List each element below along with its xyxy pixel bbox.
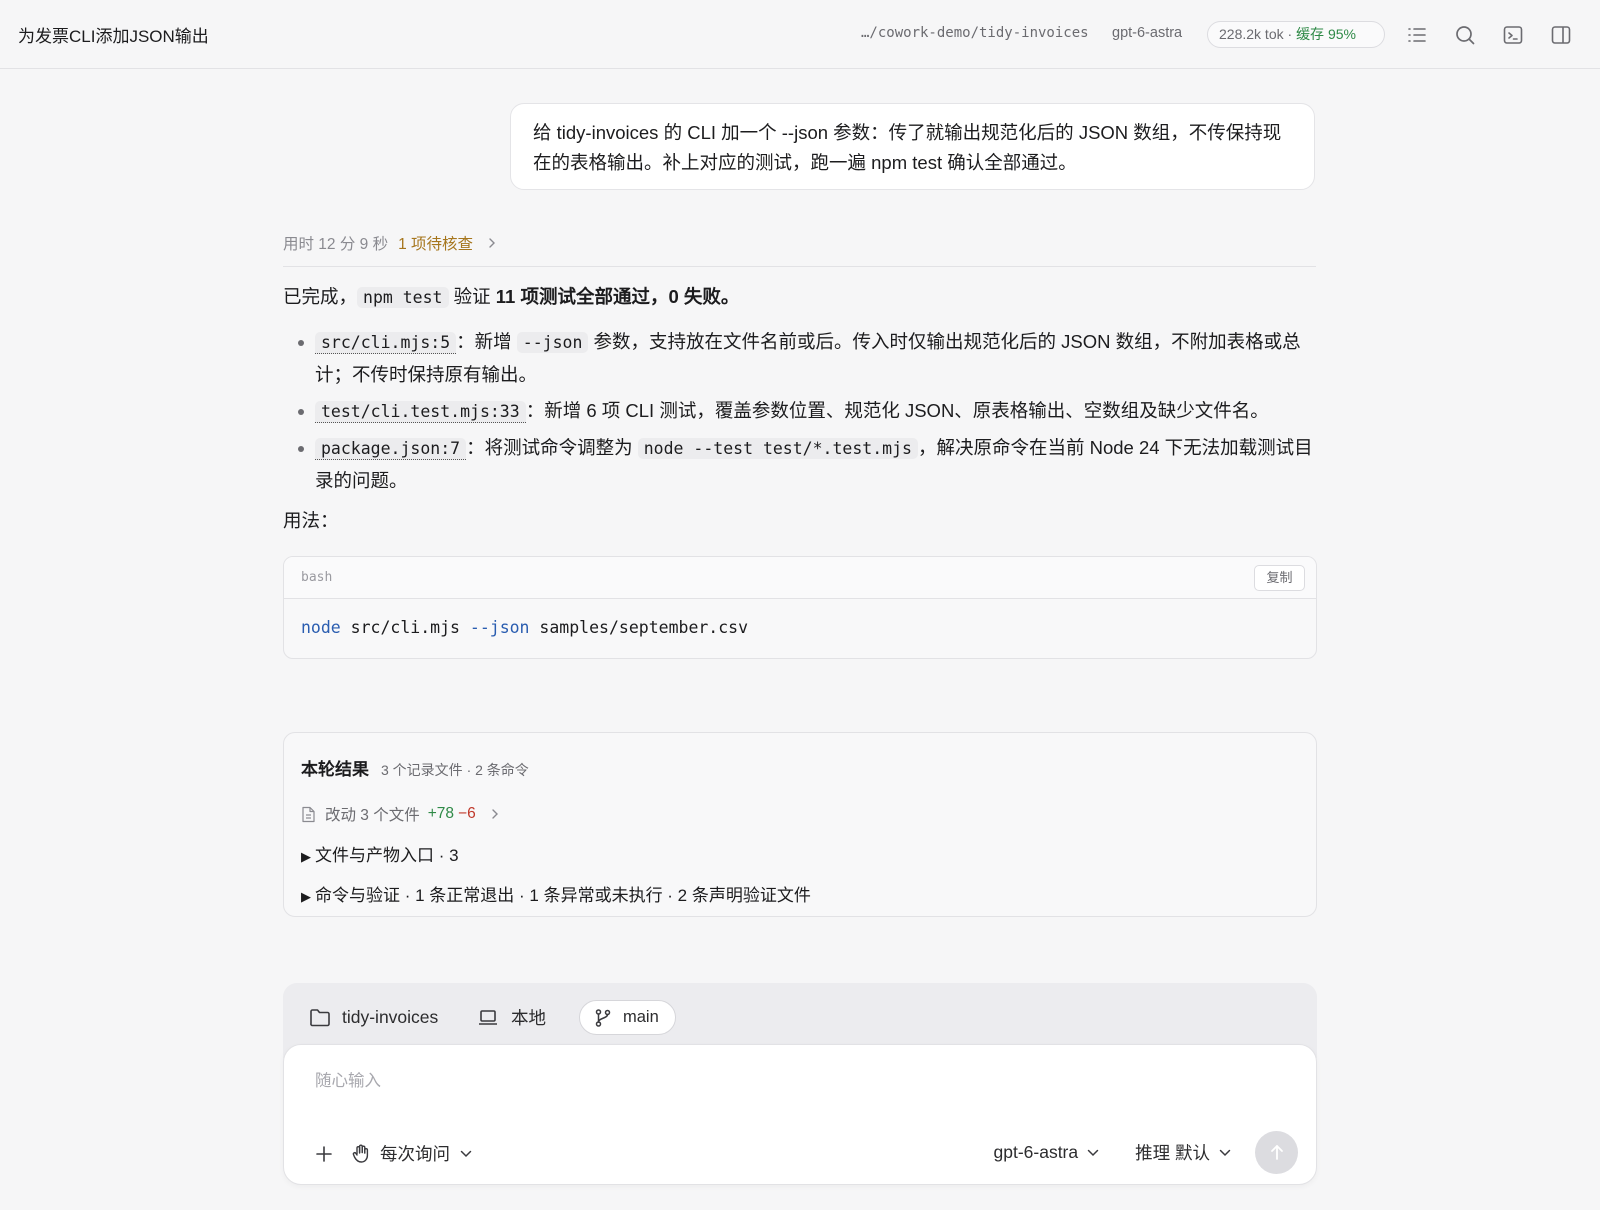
file-icon [301, 806, 316, 823]
branch-name: main [623, 1008, 659, 1026]
arrow-up-icon [1269, 1144, 1285, 1161]
composer-right-controls: gpt-6-astra 推理 默认 [994, 1131, 1298, 1174]
user-message: 给 tidy-invoices 的 CLI 加一个 --json 参数：传了就输… [510, 103, 1315, 190]
laptop-icon [478, 1009, 498, 1026]
permission-mode[interactable]: 每次询问 [380, 1141, 450, 1166]
token-separator: · [1283, 26, 1297, 42]
file-changes-link[interactable]: 改动 3 个文件 +78 −6 [301, 803, 500, 825]
commands-verification-toggle[interactable]: ▶ 命令与验证 · 1 条正常退出 · 1 条异常或未执行 · 2 条声明验证文件 [301, 881, 811, 906]
result-header: 本轮结果 3 个记录文件 · 2 条命令 [301, 755, 529, 780]
additions-count: +78 [427, 805, 455, 822]
folder-icon [309, 1008, 331, 1027]
code-command: node [301, 618, 341, 637]
result-subtitle: 3 个记录文件 · 2 条命令 [381, 762, 529, 778]
response-duration: 用时 12 分 9 秒 [283, 236, 389, 253]
code-flag: --json [469, 618, 530, 637]
conversation-title: 为发票CLI添加JSON输出 [18, 27, 209, 46]
model-selector[interactable]: gpt-6-astra [994, 1142, 1079, 1163]
file-link[interactable]: src/cli.mjs:5 [315, 332, 457, 354]
response-meta: 用时 12 分 9 秒 1 项待核查 [283, 232, 497, 254]
answer-summary: 已完成， npm test 验证 11 项测试全部通过，0 失败。 [283, 280, 1323, 314]
code-content: node src/cli.mjs --json samples/septembe… [284, 599, 1316, 656]
top-bar: 为发票CLI添加JSON输出 …/cowork-demo/tidy-invoic… [0, 0, 1600, 69]
changes-label: 改动 3 个文件 [325, 807, 420, 824]
deletions-count: −6 [458, 805, 476, 822]
sidebar-toggle-icon[interactable] [1548, 22, 1574, 48]
summary-mid: 验证 [448, 286, 496, 307]
chevron-down-icon[interactable] [1087, 1149, 1099, 1157]
change-item: package.json:7 ：将测试命令调整为 node --test test… [283, 432, 1323, 497]
expand-triangle-icon: ▶ [301, 889, 311, 904]
message-composer[interactable]: 随心输入 每次询问 gpt-6-astra 推理 默认 [283, 1044, 1317, 1185]
change-item: test/cli.test.mjs:33 ：新增 6 项 CLI 测试，覆盖参数位… [283, 395, 1323, 428]
code-block: bash 复制 node src/cli.mjs --json samples/… [283, 556, 1317, 659]
send-button[interactable] [1255, 1131, 1298, 1174]
list-icon[interactable] [1404, 22, 1430, 48]
change-item: src/cli.mjs:5 ：新增 --json 参数，支持放在文件名前或后。传入… [283, 326, 1323, 391]
branch-selector[interactable]: main [579, 1000, 676, 1035]
summary-prefix: 已完成， [283, 286, 358, 307]
plus-icon[interactable] [315, 1145, 333, 1163]
turn-result-card: 本轮结果 3 个记录文件 · 2 条命令 改动 3 个文件 +78 −6 ▶ 文件… [283, 732, 1317, 917]
file-link[interactable]: package.json:7 [315, 438, 467, 460]
hand-icon [351, 1143, 372, 1164]
section-label: 命令与验证 · 1 条正常退出 · 1 条异常或未执行 · 2 条声明验证文件 [315, 886, 811, 905]
search-icon[interactable] [1452, 22, 1478, 48]
cache-rate: 缓存 95% [1296, 26, 1356, 42]
summary-result: 11 项测试全部通过，0 失败。 [495, 286, 740, 307]
token-count: 228.2k tok [1219, 26, 1284, 42]
git-branch-icon [594, 1008, 612, 1028]
chevron-down-icon[interactable] [1219, 1149, 1231, 1157]
change-list: src/cli.mjs:5 ：新增 --json 参数，支持放在文件名前或后。传入… [283, 326, 1323, 497]
file-link[interactable]: test/cli.test.mjs:33 [315, 401, 526, 423]
result-title: 本轮结果 [301, 760, 369, 779]
composer-placeholder[interactable]: 随心输入 [315, 1067, 381, 1091]
code-arg: src/cli.mjs [340, 618, 470, 637]
header-model-name: gpt-6-astra [1112, 25, 1183, 41]
change-text: ：新增 6 项 CLI 测试，覆盖参数位置、规范化 JSON、原表格输出、空数组… [525, 400, 1269, 421]
workspace-path[interactable]: …/cowork-demo/tidy-invoices [861, 25, 1089, 41]
chevron-right-icon [490, 808, 500, 820]
inline-code: npm test [357, 287, 449, 308]
token-usage-badge: 228.2k tok · 缓存 95% [1207, 21, 1385, 48]
change-text: ：新增 [456, 331, 517, 352]
chevron-down-icon[interactable] [460, 1150, 472, 1158]
meta-divider [283, 266, 1316, 267]
chevron-right-icon[interactable] [487, 237, 497, 249]
usage-label: 用法： [283, 510, 339, 531]
code-arg: samples/september.csv [529, 618, 749, 637]
terminal-icon[interactable] [1500, 22, 1526, 48]
environment-selector[interactable]: 本地 [478, 1000, 546, 1035]
copy-button[interactable]: 复制 [1254, 565, 1305, 591]
folder-name: tidy-invoices [342, 1007, 439, 1027]
pending-review-link[interactable]: 1 项待核查 [398, 232, 473, 254]
composer-left-controls: 每次询问 [315, 1141, 472, 1166]
inline-code: node --test test/*.test.mjs [637, 438, 918, 459]
assistant-answer: 已完成， npm test 验证 11 项测试全部通过，0 失败。 src/cli… [283, 280, 1323, 537]
environment-name: 本地 [511, 1008, 546, 1028]
section-label: 文件与产物入口 · 3 [315, 846, 459, 865]
code-language: bash [301, 570, 333, 585]
code-block-header: bash 复制 [284, 557, 1316, 599]
expand-triangle-icon: ▶ [301, 849, 311, 864]
change-text: ：将测试命令调整为 [466, 437, 638, 458]
reasoning-selector[interactable]: 推理 默认 [1135, 1140, 1210, 1165]
inline-code: --json [516, 332, 589, 353]
files-artifacts-toggle[interactable]: ▶ 文件与产物入口 · 3 [301, 841, 459, 866]
folder-selector[interactable]: tidy-invoices [309, 1000, 438, 1035]
